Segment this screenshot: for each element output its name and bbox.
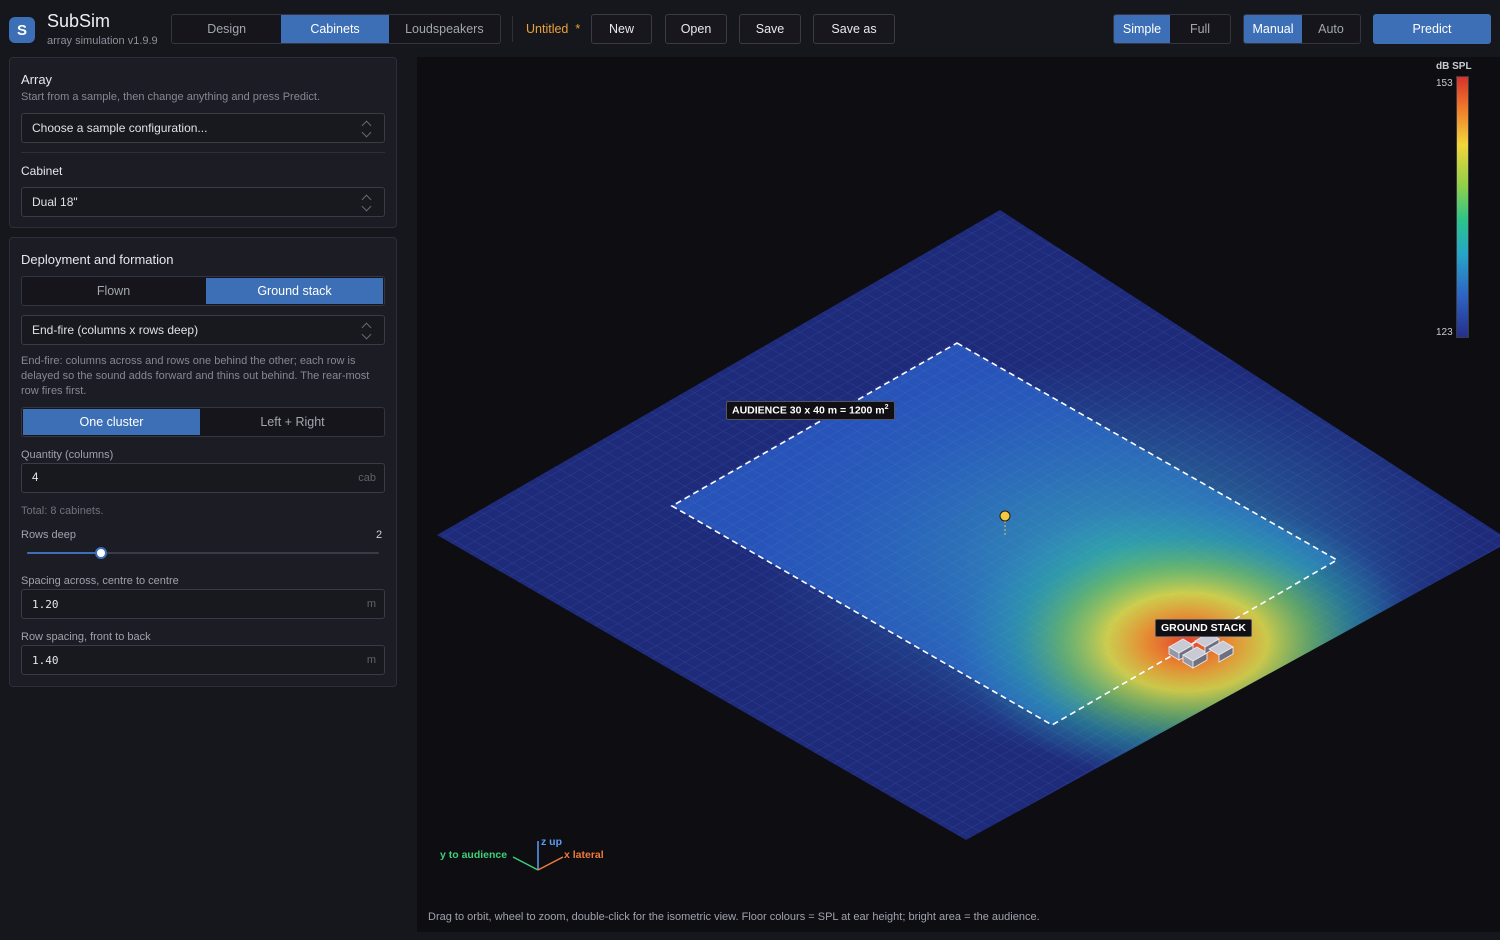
rows-deep-value: 2 bbox=[376, 529, 383, 541]
array-panel: Array Start from a sample, then change a… bbox=[9, 57, 397, 228]
open-button[interactable]: Open bbox=[665, 14, 727, 44]
spl-color-scale bbox=[1456, 76, 1469, 338]
axis-z-label: z up bbox=[541, 836, 562, 848]
predict-button[interactable]: Predict bbox=[1373, 14, 1491, 44]
formation-select[interactable]: End-fire (columns x rows deep) bbox=[21, 315, 385, 345]
tab-cabinets[interactable]: Cabinets bbox=[281, 15, 389, 43]
axis-y-label: y to audience bbox=[440, 849, 508, 861]
quantity-value: 4 bbox=[32, 472, 39, 484]
select-arrows-icon bbox=[362, 194, 372, 212]
sample-config-select[interactable]: Choose a sample configuration... bbox=[21, 113, 385, 143]
one-cluster-button[interactable]: One cluster bbox=[23, 409, 201, 435]
manual-mode-button[interactable]: Manual bbox=[1244, 15, 1302, 43]
deployment-toggle: Flown Ground stack bbox=[21, 276, 385, 306]
spacing-unit: m bbox=[366, 598, 376, 610]
simulation-viewport[interactable]: AUDIENCE 30 x 40 m = 1200 m2 GROUND STAC… bbox=[417, 57, 1500, 932]
tab-design[interactable]: Design bbox=[172, 15, 281, 43]
slider-fill bbox=[27, 552, 101, 554]
quantity-unit: cab bbox=[358, 472, 376, 484]
unsaved-indicator: * bbox=[575, 22, 581, 36]
divider bbox=[21, 152, 385, 153]
slider-thumb[interactable] bbox=[95, 547, 107, 559]
viewport-hint: Drag to orbit, wheel to zoom, double-cli… bbox=[428, 911, 1040, 923]
deployment-panel: Deployment and formation Flown Ground st… bbox=[9, 237, 397, 687]
cabinet-label: Cabinet bbox=[21, 164, 63, 178]
cluster-toggle: One cluster Left + Right bbox=[21, 407, 385, 437]
quantity-label: Quantity (columns) bbox=[21, 449, 114, 461]
quantity-input[interactable]: 4 cab bbox=[21, 463, 385, 493]
sample-config-value: Choose a sample configuration... bbox=[32, 121, 208, 135]
auto-mode-button[interactable]: Auto bbox=[1302, 15, 1360, 43]
deployment-panel-title: Deployment and formation bbox=[21, 252, 174, 267]
legend-title: dB SPL bbox=[1436, 61, 1472, 72]
array-panel-subtitle: Start from a sample, then change anythin… bbox=[21, 91, 320, 103]
app-version: array simulation v1.9.9 bbox=[47, 35, 158, 47]
tab-loudspeakers[interactable]: Loudspeakers bbox=[389, 15, 500, 43]
spacing-label: Spacing across, centre to centre bbox=[21, 575, 179, 587]
app-logo: S bbox=[9, 17, 35, 43]
formation-value: End-fire (columns x rows deep) bbox=[32, 323, 199, 337]
left-right-button[interactable]: Left + Right bbox=[202, 409, 383, 435]
formation-description: End-fire: columns across and rows one be… bbox=[21, 355, 370, 397]
app-title: SubSim bbox=[47, 11, 111, 31]
legend-min-value: 123 bbox=[1436, 327, 1453, 338]
ground-stack-button[interactable]: Ground stack bbox=[205, 278, 383, 304]
run-mode-toggle: Manual Auto bbox=[1243, 14, 1361, 44]
row-spacing-input[interactable]: 1.40 m bbox=[21, 645, 385, 675]
flown-button[interactable]: Flown bbox=[23, 278, 204, 304]
cabinet-select[interactable]: Dual 18" bbox=[21, 187, 385, 217]
main-tabs: Design Cabinets Loudspeakers bbox=[171, 14, 501, 44]
cabinet-value: Dual 18" bbox=[32, 195, 78, 209]
spl-floor-map[interactable] bbox=[417, 57, 1500, 932]
spl-heatmap bbox=[437, 210, 1500, 840]
ground-stack-label: GROUND STACK bbox=[1155, 619, 1252, 637]
toolbar-divider bbox=[512, 16, 513, 42]
full-mode-button[interactable]: Full bbox=[1170, 15, 1230, 43]
rows-deep-label: Rows deep bbox=[21, 529, 77, 541]
document-name: Untitled * bbox=[526, 22, 581, 36]
array-panel-title: Array bbox=[21, 72, 53, 87]
row-spacing-unit: m bbox=[366, 654, 376, 666]
simple-mode-button[interactable]: Simple bbox=[1114, 15, 1171, 43]
select-arrows-icon bbox=[362, 322, 372, 340]
row-spacing-label: Row spacing, front to back bbox=[21, 631, 151, 643]
view-mode-toggle: Simple Full bbox=[1113, 14, 1231, 44]
save-button[interactable]: Save bbox=[739, 14, 801, 44]
new-button[interactable]: New bbox=[591, 14, 652, 44]
axis-x-label: x lateral bbox=[564, 849, 604, 861]
spacing-input[interactable]: 1.20 m bbox=[21, 589, 385, 619]
legend-max-value: 153 bbox=[1436, 78, 1453, 89]
total-cabinets-text: Total: 8 cabinets. bbox=[21, 505, 104, 517]
row-spacing-value: 1.40 bbox=[32, 653, 59, 667]
listener-point[interactable] bbox=[999, 510, 1011, 522]
top-bar: S SubSim array simulation v1.9.9 Design … bbox=[0, 0, 1500, 58]
audience-label: AUDIENCE 30 x 40 m = 1200 m2 bbox=[726, 401, 895, 420]
select-arrows-icon bbox=[362, 120, 372, 138]
spacing-value: 1.20 bbox=[32, 597, 59, 611]
rows-deep-slider[interactable] bbox=[27, 547, 379, 559]
save-as-button[interactable]: Save as bbox=[813, 14, 895, 44]
